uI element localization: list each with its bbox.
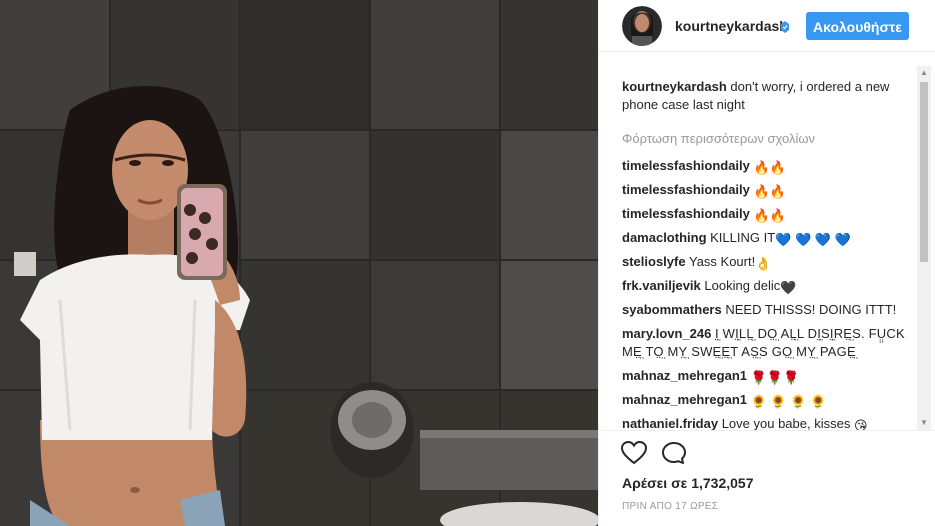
comment-username[interactable]: timelessfashiondaily — [622, 182, 750, 197]
load-more-comments-link[interactable]: Φόρτωση περισσότερων σχολίων — [622, 130, 912, 148]
fire-emoji-icon: 🔥🔥 — [753, 160, 786, 175]
kiss-face-emoji-icon: 😘 — [853, 418, 868, 430]
scrollbar-thumb[interactable] — [920, 82, 928, 262]
comment-item: syabommathers NEED THISSS! DOING ITTT! — [622, 301, 912, 325]
black-heart-emoji-icon: 🖤 — [780, 280, 797, 295]
ok-hand-emoji-icon: 👌 — [755, 256, 772, 271]
comment-item: frk.vaniljevik Looking delic🖤 — [622, 277, 912, 301]
avatar-image — [622, 6, 662, 46]
blue-heart-emoji-icon: 💙 💙 💙 💙 — [775, 232, 851, 247]
heart-outline-icon[interactable] — [620, 440, 648, 465]
comments-scrollbar[interactable]: ▲ ▼ — [917, 66, 931, 430]
comment-item: stelioslyfe Yass Kourt!👌 — [622, 253, 912, 277]
comment-text: Looking delic — [704, 278, 781, 293]
sunflower-emoji-icon: 🌻 🌻 🌻 🌻 — [750, 394, 827, 409]
comment-username[interactable]: frk.vaniljevik — [622, 278, 701, 293]
speech-bubble-icon[interactable] — [661, 441, 687, 465]
comment-item: timelessfashiondaily 🔥🔥 — [622, 181, 912, 205]
comment-item: nathaniel.friday Love you babe, kisses 😘 — [622, 415, 912, 430]
comment-text: NEED THISSS! DOING ITTT! — [725, 302, 897, 317]
comment-username[interactable]: timelessfashiondaily — [622, 206, 750, 221]
comment-username[interactable]: mahnaz_mehregan1 — [622, 368, 747, 383]
comment-username[interactable]: mary.lovn_246 — [622, 326, 711, 341]
comment-item: damaclothing KILLING IT💙 💙 💙 💙 — [622, 229, 912, 253]
scroll-up-arrow-icon[interactable]: ▲ — [917, 66, 931, 80]
likes-count[interactable]: Αρέσει σε 1,732,057 — [622, 475, 753, 491]
comment-item: mary.lovn_246 I̤̤ WI̤̤LL̤̤ DO̤̤ AL̤̤L DI… — [622, 325, 912, 367]
comment-text: KILLING IT — [710, 230, 776, 245]
comment-username[interactable]: timelessfashiondaily — [622, 158, 750, 173]
comment-item: mahnaz_mehregan1 🌹🌹🌹 — [622, 367, 912, 391]
post-photo[interactable] — [0, 0, 598, 526]
follow-button[interactable]: Ακολουθήστε — [806, 12, 909, 40]
comment-username[interactable]: damaclothing — [622, 230, 707, 245]
post-side-panel: kourtneykardash Ακολουθήστε kourtneykard… — [598, 0, 935, 526]
comments-list[interactable]: kourtneykardash don't worry, i ordered a… — [622, 66, 912, 430]
caption-username[interactable]: kourtneykardash — [622, 79, 727, 94]
scroll-down-arrow-icon[interactable]: ▼ — [917, 416, 931, 430]
comment-username[interactable]: syabommathers — [622, 302, 722, 317]
avatar[interactable] — [622, 6, 662, 46]
comment-item: timelessfashiondaily 🔥🔥 — [622, 205, 912, 229]
comment-username[interactable]: nathaniel.friday — [622, 416, 718, 430]
header-username[interactable]: kourtneykardash — [675, 18, 788, 34]
comment-item: timelessfashiondaily 🔥🔥 — [622, 157, 912, 181]
comment-text: Love you babe, kisses — [721, 416, 851, 430]
post-timestamp[interactable]: ΠΡΙΝ ΑΠΟ 17 ΩΡΕΣ — [622, 501, 718, 512]
fire-emoji-icon: 🔥🔥 — [753, 208, 786, 223]
post-header: kourtneykardash Ακολουθήστε — [599, 0, 935, 52]
comment-username[interactable]: mahnaz_mehregan1 — [622, 392, 747, 407]
fire-emoji-icon: 🔥🔥 — [753, 184, 786, 199]
post-actions: Αρέσει σε 1,732,057 ΠΡΙΝ ΑΠΟ 17 ΩΡΕΣ — [599, 430, 935, 526]
rose-emoji-icon: 🌹🌹🌹 — [750, 370, 800, 385]
photo-image — [0, 0, 598, 526]
comment-text: Yass Kourt! — [688, 254, 756, 269]
post-caption: kourtneykardash don't worry, i ordered a… — [622, 78, 912, 114]
comment-username[interactable]: stelioslyfe — [622, 254, 686, 269]
comment-item: mahnaz_mehregan1 🌻 🌻 🌻 🌻 — [622, 391, 912, 415]
verified-badge-icon — [781, 20, 789, 33]
